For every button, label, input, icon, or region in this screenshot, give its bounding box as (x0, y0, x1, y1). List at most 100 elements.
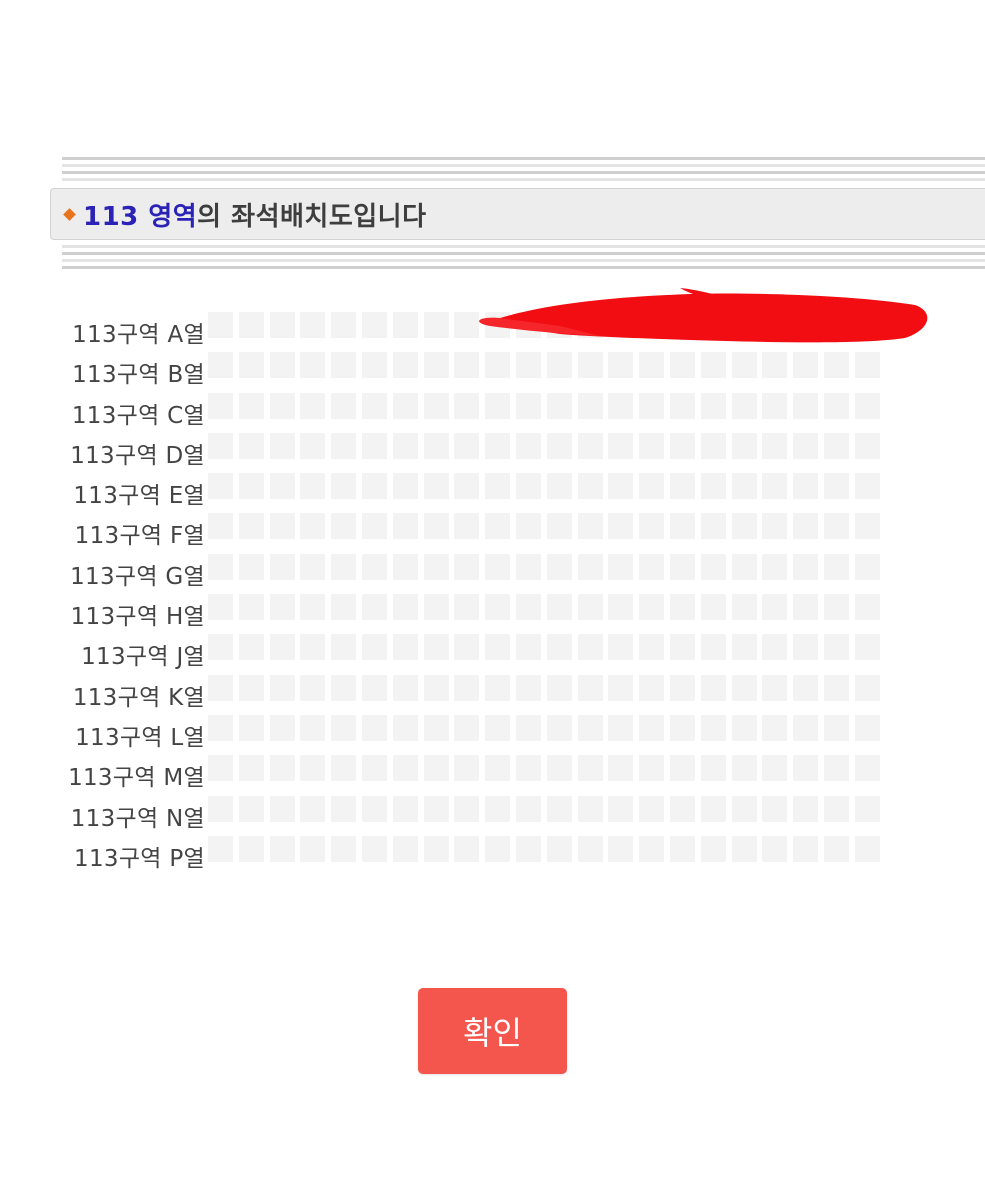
seat[interactable] (208, 473, 233, 500)
seat[interactable] (731, 392, 757, 419)
seat[interactable] (854, 755, 880, 782)
seat[interactable] (793, 674, 819, 701)
seat[interactable] (762, 352, 788, 379)
seat[interactable] (392, 473, 418, 500)
seat[interactable] (269, 714, 295, 741)
seat[interactable] (454, 432, 480, 459)
seat[interactable] (762, 795, 788, 822)
seat[interactable] (854, 714, 880, 741)
seat[interactable] (762, 392, 788, 419)
seat[interactable] (392, 513, 418, 540)
seat[interactable] (208, 352, 233, 379)
seat[interactable] (238, 795, 264, 822)
seat[interactable] (238, 513, 264, 540)
seat[interactable] (331, 634, 357, 661)
seat[interactable] (670, 835, 695, 862)
seat[interactable] (670, 714, 695, 741)
seat[interactable] (423, 513, 449, 540)
seat[interactable] (546, 755, 572, 782)
seat[interactable] (423, 473, 449, 500)
seat[interactable] (454, 312, 480, 338)
seat[interactable] (208, 755, 233, 782)
seat[interactable] (731, 553, 757, 580)
seat[interactable] (793, 432, 819, 459)
seat[interactable] (485, 795, 511, 822)
seat[interactable] (331, 795, 357, 822)
seat[interactable] (454, 714, 480, 741)
seat[interactable] (608, 513, 634, 540)
seat[interactable] (700, 473, 726, 500)
seat[interactable] (516, 352, 541, 379)
seat[interactable] (300, 392, 326, 419)
seat[interactable] (824, 553, 849, 580)
seat[interactable] (546, 352, 572, 379)
seat[interactable] (639, 755, 665, 782)
seat[interactable] (238, 352, 264, 379)
seat[interactable] (300, 594, 326, 621)
seat[interactable] (269, 432, 295, 459)
seat[interactable] (300, 473, 326, 500)
seat[interactable] (238, 674, 264, 701)
seat[interactable] (731, 634, 757, 661)
seat[interactable] (577, 513, 603, 540)
seat[interactable] (670, 634, 695, 661)
seat[interactable] (269, 392, 295, 419)
seat[interactable] (331, 513, 357, 540)
seat[interactable] (362, 432, 387, 459)
seat[interactable] (300, 312, 326, 338)
seat[interactable] (516, 473, 541, 500)
seat[interactable] (269, 835, 295, 862)
seat[interactable] (670, 352, 695, 379)
seat[interactable] (238, 835, 264, 862)
seat[interactable] (577, 432, 603, 459)
seat[interactable] (824, 392, 849, 419)
seat[interactable] (639, 392, 665, 419)
seat[interactable] (362, 513, 387, 540)
seat[interactable] (731, 312, 757, 338)
seat[interactable] (516, 312, 541, 338)
seat[interactable] (700, 432, 726, 459)
seat[interactable] (516, 392, 541, 419)
seat[interactable] (238, 553, 264, 580)
seat[interactable] (546, 594, 572, 621)
seat[interactable] (300, 674, 326, 701)
seat[interactable] (269, 312, 295, 338)
seat[interactable] (731, 432, 757, 459)
seat[interactable] (362, 473, 387, 500)
seat[interactable] (423, 594, 449, 621)
seat[interactable] (608, 634, 634, 661)
seat[interactable] (854, 392, 880, 419)
seat[interactable] (362, 594, 387, 621)
seat[interactable] (577, 392, 603, 419)
seat[interactable] (485, 473, 511, 500)
seat[interactable] (392, 392, 418, 419)
seat[interactable] (208, 553, 233, 580)
seat[interactable] (454, 795, 480, 822)
seat[interactable] (546, 674, 572, 701)
seat[interactable] (300, 835, 326, 862)
seat[interactable] (208, 392, 233, 419)
seat[interactable] (762, 755, 788, 782)
seat[interactable] (208, 674, 233, 701)
seat[interactable] (516, 835, 541, 862)
seat[interactable] (362, 755, 387, 782)
seat[interactable] (731, 473, 757, 500)
seat[interactable] (516, 634, 541, 661)
seat[interactable] (762, 835, 788, 862)
seat[interactable] (762, 594, 788, 621)
seat[interactable] (731, 755, 757, 782)
seat[interactable] (700, 513, 726, 540)
seat[interactable] (362, 634, 387, 661)
seat[interactable] (331, 714, 357, 741)
seat[interactable] (639, 553, 665, 580)
seat[interactable] (670, 674, 695, 701)
seat[interactable] (516, 594, 541, 621)
seat[interactable] (454, 513, 480, 540)
seat[interactable] (762, 634, 788, 661)
seat[interactable] (793, 312, 819, 338)
seat[interactable] (392, 553, 418, 580)
seat[interactable] (485, 634, 511, 661)
seat[interactable] (793, 714, 819, 741)
seat[interactable] (269, 634, 295, 661)
seat[interactable] (516, 513, 541, 540)
